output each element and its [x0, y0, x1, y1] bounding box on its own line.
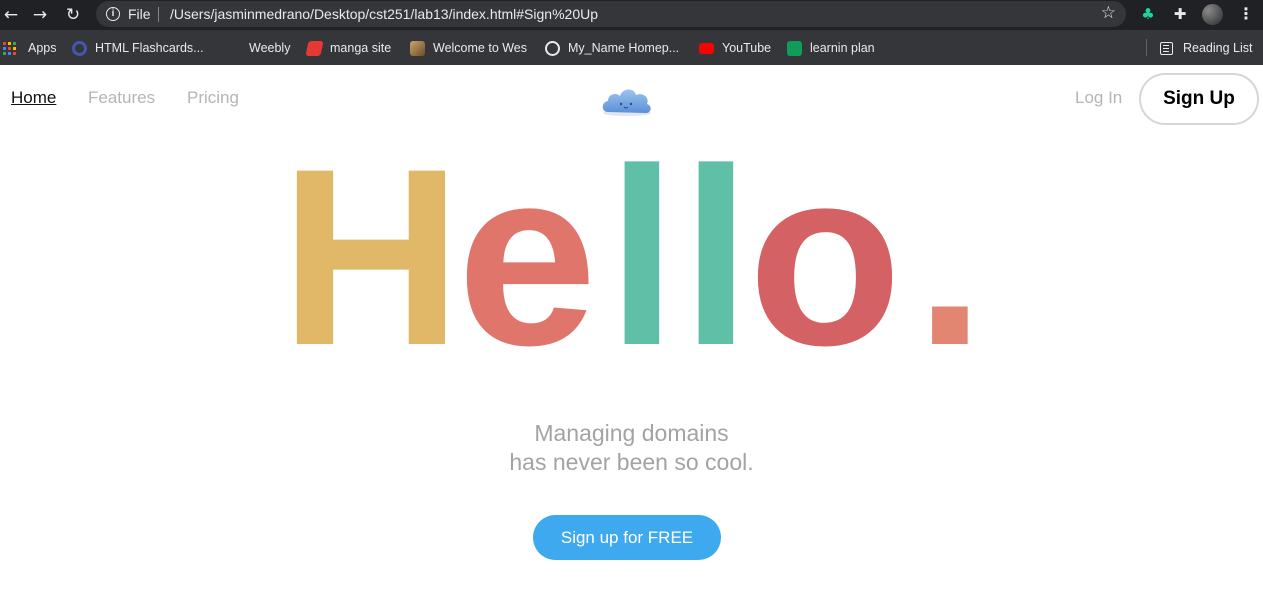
bookmark-apps[interactable]: Apps — [3, 40, 57, 56]
nav-pricing-link[interactable]: Pricing — [187, 88, 239, 108]
globe-icon — [545, 40, 560, 56]
hero-letter-period: . — [915, 117, 986, 398]
bookmark-youtube[interactable]: YouTube — [699, 40, 771, 56]
reading-list-button[interactable]: Reading List — [1160, 40, 1253, 56]
bookmark-label: learnin plan — [810, 41, 875, 55]
weebly-icon — [226, 41, 241, 56]
hero-subtitle-line-1: Managing domains — [534, 420, 729, 446]
forward-arrow-icon[interactable]: → — [29, 4, 51, 26]
youtube-icon — [699, 42, 714, 54]
nav-home-link[interactable]: Home — [11, 88, 56, 108]
file-label: File — [128, 6, 151, 22]
login-link[interactable]: Log In — [1075, 88, 1122, 108]
bookmark-welcome-to-wes[interactable]: Welcome to Wes — [410, 40, 527, 56]
signup-button[interactable]: Sign Up — [1139, 73, 1259, 125]
bookmark-weebly[interactable]: Weebly — [226, 40, 290, 56]
sheets-icon — [787, 40, 802, 56]
extension-plant-icon[interactable]: ♣ — [1138, 4, 1158, 24]
hero-letter-h: H — [280, 117, 462, 398]
bookmark-label: manga site — [330, 41, 392, 55]
bookmarks-separator — [1146, 39, 1147, 56]
hero-subtitle-line-2: has never been so cool. — [509, 449, 754, 475]
bookmark-my-name-homepage[interactable]: My_Name Homep... — [545, 40, 679, 56]
bookmark-label: Apps — [28, 41, 57, 55]
extensions-puzzle-icon[interactable]: ✚ — [1170, 4, 1190, 24]
hero-letter-l2: l — [681, 117, 752, 398]
apps-grid-icon — [3, 41, 16, 55]
reading-list-icon — [1160, 41, 1173, 55]
bookmark-label: My_Name Homep... — [568, 41, 680, 55]
bookmarks-bar: Apps HTML Flashcards... Weebly manga sit… — [0, 30, 1263, 65]
manga-site-icon — [305, 40, 324, 56]
page-thumbnail-icon — [410, 40, 425, 56]
hero-letter-l1: l — [607, 117, 678, 398]
bookmark-label: Weebly — [249, 41, 291, 55]
bookmark-star-icon[interactable]: ☆ — [1101, 3, 1116, 23]
bookmark-html-flashcards[interactable]: HTML Flashcards... — [72, 40, 204, 56]
quizlet-icon — [72, 40, 87, 56]
hero-letter-o: o — [748, 117, 902, 398]
hero-letter-e: e — [457, 117, 598, 398]
address-bar[interactable]: i File /Users/jasminmedrano/Desktop/cst2… — [96, 1, 1126, 27]
more-menu-icon[interactable]: ⋮ — [1238, 4, 1254, 23]
reading-list-label: Reading List — [1183, 41, 1253, 55]
signup-free-button[interactable]: Sign up for FREE — [533, 515, 721, 560]
profile-avatar[interactable] — [1202, 4, 1223, 25]
url-text[interactable]: /Users/jasminmedrano/Desktop/cst251/lab1… — [170, 6, 598, 22]
bookmark-learnin-plan[interactable]: learnin plan — [787, 40, 875, 56]
hero-heading: H e l l o . — [0, 130, 1263, 384]
reload-icon[interactable]: ↻ — [62, 4, 84, 26]
back-arrow-icon[interactable]: ← — [0, 4, 22, 26]
bookmark-label: HTML Flashcards... — [95, 41, 204, 55]
bookmark-label: YouTube — [722, 41, 772, 55]
cloud-logo-icon[interactable] — [600, 82, 654, 118]
bookmark-label: Welcome to Wes — [433, 41, 528, 55]
bookmark-manga-site[interactable]: manga site — [305, 40, 392, 56]
browser-toolbar: ← → ↻ i File /Users/jasminmedrano/Deskto… — [0, 0, 1263, 30]
address-separator — [158, 7, 159, 22]
nav-features-link[interactable]: Features — [88, 88, 155, 108]
info-icon[interactable]: i — [106, 7, 120, 21]
